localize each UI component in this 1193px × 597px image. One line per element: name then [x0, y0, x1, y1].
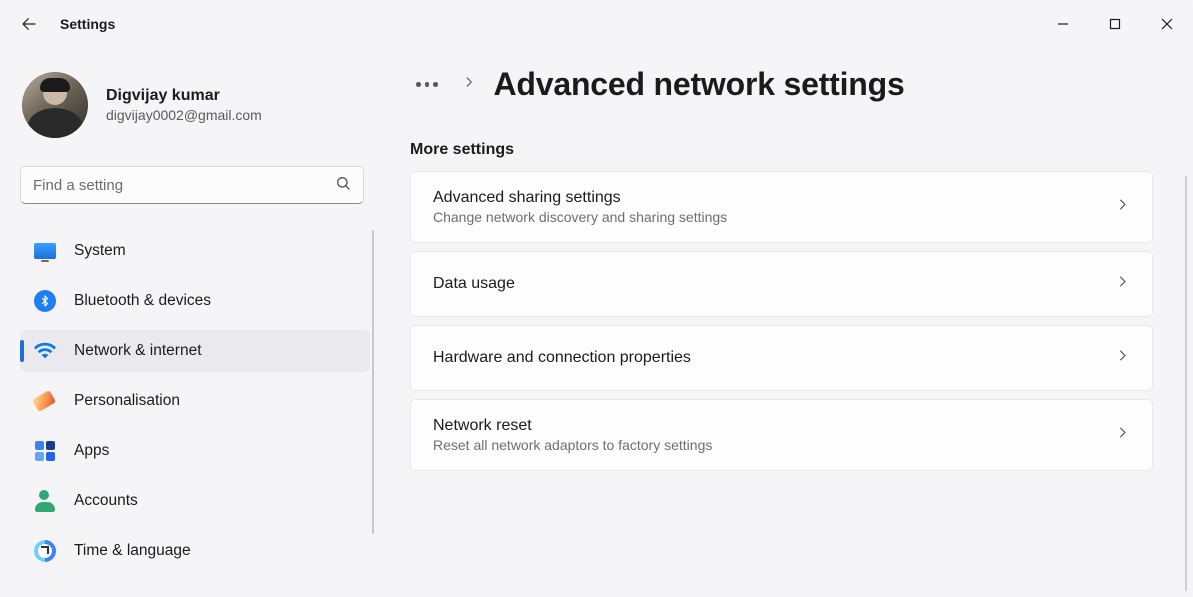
card-text: Advanced sharing settings Change network… [433, 189, 727, 225]
titlebar: Settings [0, 0, 1193, 48]
card-subtitle: Reset all network adaptors to factory se… [433, 437, 712, 453]
card-title: Network reset [433, 417, 712, 435]
search-input[interactable] [33, 177, 335, 194]
card-title: Hardware and connection properties [433, 349, 691, 367]
main-content: Advanced network settings More settings … [380, 48, 1193, 597]
sidebar-item-bluetooth[interactable]: Bluetooth & devices [20, 280, 370, 322]
card-network-reset[interactable]: Network reset Reset all network adaptors… [410, 399, 1153, 471]
card-advanced-sharing[interactable]: Advanced sharing settings Change network… [410, 171, 1153, 243]
network-icon [34, 340, 56, 362]
window-controls [1037, 0, 1193, 48]
sidebar-item-time-language[interactable]: Time & language [20, 530, 370, 572]
profile[interactable]: Digvijay kumar digvijay0002@gmail.com [20, 72, 374, 138]
settings-window: Settings Digvijay kumar digvijay0002@g [0, 0, 1193, 597]
sidebar-scrollbar[interactable] [372, 230, 374, 534]
sidebar: Digvijay kumar digvijay0002@gmail.com Sy… [0, 48, 380, 597]
main-scrollbar[interactable] [1185, 176, 1187, 591]
card-subtitle: Change network discovery and sharing set… [433, 209, 727, 225]
sidebar-item-system[interactable]: System [20, 230, 370, 272]
profile-text: Digvijay kumar digvijay0002@gmail.com [106, 87, 262, 123]
chevron-right-icon [1115, 274, 1130, 294]
sidebar-item-label: Time & language [74, 542, 191, 560]
titlebar-left: Settings [20, 15, 115, 33]
apps-icon [34, 440, 56, 462]
breadcrumb: Advanced network settings [410, 66, 1167, 103]
system-icon [34, 240, 56, 262]
sidebar-item-accounts[interactable]: Accounts [20, 480, 370, 522]
chevron-right-icon [1115, 425, 1130, 445]
sidebar-item-label: Personalisation [74, 392, 180, 410]
card-title: Data usage [433, 275, 515, 293]
sidebar-item-network[interactable]: Network & internet [20, 330, 370, 372]
sidebar-nav: System Bluetooth & devices Network & int… [20, 230, 374, 580]
close-button[interactable] [1141, 0, 1193, 48]
accounts-icon [34, 490, 56, 512]
sidebar-item-label: Apps [74, 442, 109, 460]
page-title: Advanced network settings [494, 66, 905, 103]
avatar [22, 72, 88, 138]
profile-email: digvijay0002@gmail.com [106, 107, 262, 123]
search-icon [335, 175, 353, 196]
card-title: Advanced sharing settings [433, 189, 727, 207]
sidebar-item-label: Network & internet [74, 342, 202, 360]
chevron-right-icon [1115, 348, 1130, 368]
search-box[interactable] [20, 166, 364, 204]
settings-cards: Advanced sharing settings Change network… [410, 171, 1167, 471]
card-text: Data usage [433, 275, 515, 293]
card-text: Network reset Reset all network adaptors… [433, 417, 712, 453]
sidebar-item-apps[interactable]: Apps [20, 430, 370, 472]
sidebar-item-label: System [74, 242, 126, 260]
time-language-icon [34, 540, 56, 562]
chevron-right-icon [1115, 197, 1130, 217]
app-title: Settings [60, 16, 115, 32]
back-icon[interactable] [20, 15, 38, 33]
sidebar-item-personalisation[interactable]: Personalisation [20, 380, 370, 422]
bluetooth-icon [34, 290, 56, 312]
card-hardware-connection[interactable]: Hardware and connection properties [410, 325, 1153, 391]
sidebar-item-label: Bluetooth & devices [74, 292, 211, 310]
personalisation-icon [34, 390, 56, 412]
profile-name: Digvijay kumar [106, 87, 262, 105]
breadcrumb-overflow-button[interactable] [410, 76, 444, 93]
maximize-button[interactable] [1089, 0, 1141, 48]
minimize-button[interactable] [1037, 0, 1089, 48]
chevron-right-icon [462, 75, 476, 94]
card-data-usage[interactable]: Data usage [410, 251, 1153, 317]
card-text: Hardware and connection properties [433, 349, 691, 367]
body: Digvijay kumar digvijay0002@gmail.com Sy… [0, 48, 1193, 597]
sidebar-item-label: Accounts [74, 492, 138, 510]
section-label: More settings [410, 141, 1167, 159]
